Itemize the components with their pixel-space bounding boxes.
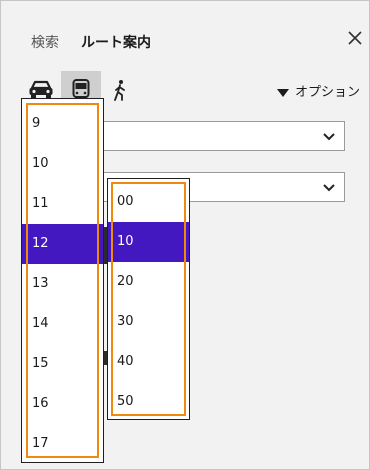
minute-dropdown[interactable]: 00 10 20 30 40 50	[107, 178, 190, 420]
hour-option[interactable]: 13	[22, 264, 103, 304]
hour-option[interactable]: 11	[22, 184, 103, 224]
mode-walk-button[interactable]	[107, 71, 133, 109]
close-icon[interactable]	[346, 29, 364, 47]
minute-option[interactable]: 30	[108, 302, 189, 342]
triangle-down-icon	[277, 88, 289, 97]
hour-option[interactable]: 16	[22, 384, 103, 424]
hour-option[interactable]: 14	[22, 304, 103, 344]
chevron-down-icon	[323, 133, 335, 141]
minute-option[interactable]: 40	[108, 342, 189, 382]
hour-option[interactable]: 10	[22, 144, 103, 184]
minute-option[interactable]: 20	[108, 262, 189, 302]
hour-option[interactable]: 17	[22, 424, 103, 464]
hour-option-selected[interactable]: 12	[22, 224, 103, 264]
minute-option-selected[interactable]: 10	[108, 222, 189, 262]
walk-icon	[114, 80, 125, 101]
options-toggle[interactable]: オプション	[277, 81, 360, 100]
tab-search[interactable]: 検索	[31, 32, 59, 52]
minute-option[interactable]: 00	[108, 182, 189, 222]
car-icon	[29, 80, 53, 99]
hour-option[interactable]: 9	[22, 104, 103, 144]
hour-option[interactable]: 15	[22, 344, 103, 384]
route-panel: 検索 ルート案内 オプション 9 10 11 12 13 14 15 16 17…	[0, 0, 370, 470]
hour-dropdown[interactable]: 9 10 11 12 13 14 15 16 17	[21, 98, 104, 463]
minute-option[interactable]: 50	[108, 382, 189, 422]
options-label: オプション	[295, 85, 361, 100]
tab-route-guidance[interactable]: ルート案内	[81, 32, 151, 52]
chevron-down-icon	[323, 184, 335, 192]
